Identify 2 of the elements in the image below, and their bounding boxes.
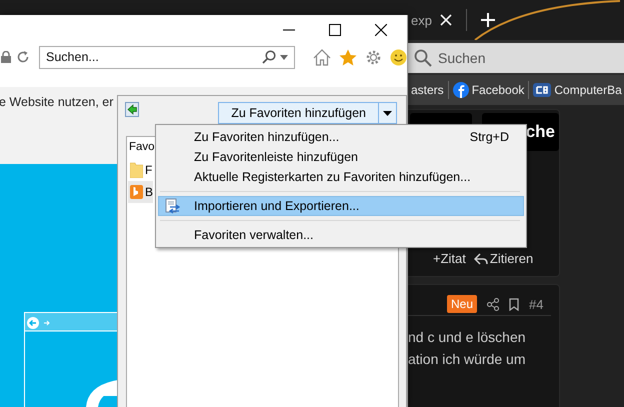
new-badge: Neu: [447, 295, 478, 313]
post-text: nd c und e löschen ation ich würde um: [408, 328, 527, 369]
